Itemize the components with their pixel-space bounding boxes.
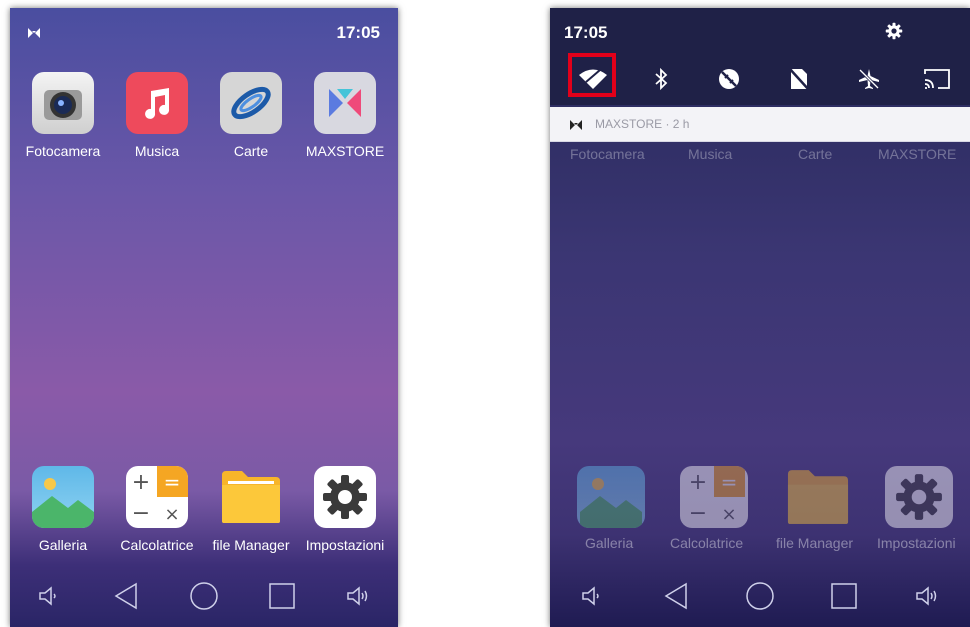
navigation-bar [10,564,398,627]
dim-dock-label: Calcolatrice [670,535,744,551]
folder-icon [220,466,282,528]
app-carte[interactable]: Carte [206,72,296,159]
maxstore-notification-icon [28,26,40,41]
app-file-manager[interactable]: file Manager [206,466,296,553]
dim-app-label: Fotocamera [570,146,645,162]
app-label: MAXSTORE [305,143,385,159]
calculator-icon[interactable]: + = − × [680,466,748,528]
status-time: 17:05 [336,23,380,42]
status-time: 17:05 [564,23,608,42]
dim-app-label: MAXSTORE [878,146,957,162]
volume-down-icon[interactable] [29,576,69,616]
app-calcolatrice[interactable]: + = − × Calcolatrice [112,466,202,553]
volume-down-icon[interactable] [572,576,612,616]
svg-text:+: + [689,470,707,495]
svg-text:−: − [689,501,707,526]
calculator-icon: + = − × [126,466,188,528]
wifi-tile-highlight [568,53,616,97]
notification-text: MAXSTORE · 2 h [595,117,690,131]
svg-text:=: = [164,470,181,494]
app-impostazioni[interactable]: Impostazioni [300,466,390,553]
svg-text:−: − [132,501,150,526]
svg-text:×: × [721,504,736,525]
app-label: Calcolatrice [120,537,194,553]
quick-settings-screen-right: 17:05 MAXSTORE · 2 h Fotocamera Musica C… [550,8,970,627]
gallery-icon[interactable] [577,466,645,528]
recents-icon[interactable] [824,576,864,616]
settings-gear-icon[interactable] [885,466,953,528]
music-note-icon [126,72,188,134]
data-off-icon[interactable] [706,56,752,102]
svg-text:+: + [132,470,150,495]
quick-settings-panel: 17:05 [550,8,970,105]
app-label: Fotocamera [25,143,101,159]
home-icon[interactable] [184,576,224,616]
dim-app-label: Musica [688,146,733,162]
navigation-bar [550,564,970,627]
svg-text:=: = [721,470,738,494]
maps-icon [220,72,282,134]
app-galleria[interactable]: Galleria [18,466,108,553]
volume-up-icon[interactable] [339,576,379,616]
folder-icon[interactable] [784,466,852,528]
recents-icon[interactable] [262,576,302,616]
app-label: file Manager [212,537,290,553]
bluetooth-icon[interactable] [638,56,684,102]
app-label: Carte [233,143,269,159]
back-icon[interactable] [656,576,696,616]
app-label: Galleria [38,537,88,553]
settings-gear-icon [314,466,376,528]
back-icon[interactable] [106,576,146,616]
gallery-icon [32,466,94,528]
app-label: Impostazioni [305,537,385,553]
app-fotocamera[interactable]: Fotocamera [18,72,108,159]
dim-app-label: Carte [798,146,833,162]
volume-up-icon[interactable] [908,576,948,616]
notification-bar[interactable]: MAXSTORE · 2 h [550,107,970,142]
cast-icon[interactable] [914,56,960,102]
camera-icon [32,72,94,134]
dim-dock-label: Impostazioni [877,535,956,551]
app-label: Musica [134,143,180,159]
no-sim-icon[interactable] [776,56,822,102]
home-icon[interactable] [740,576,780,616]
settings-gear-icon[interactable] [885,22,903,45]
dim-dock-label: Galleria [585,535,634,551]
svg-text:×: × [164,504,179,525]
maxstore-notification-icon [570,118,582,133]
app-musica[interactable]: Musica [112,72,202,159]
app-maxstore[interactable]: MAXSTORE [300,72,390,159]
dim-dock-label: file Manager [776,535,854,551]
home-screen-left: 17:05 Fotocamera Musica Carte MAXSTORE G… [10,8,398,627]
maxstore-icon [314,72,376,134]
airplane-mode-icon[interactable] [846,56,892,102]
status-bar: 17:05 [10,8,398,48]
